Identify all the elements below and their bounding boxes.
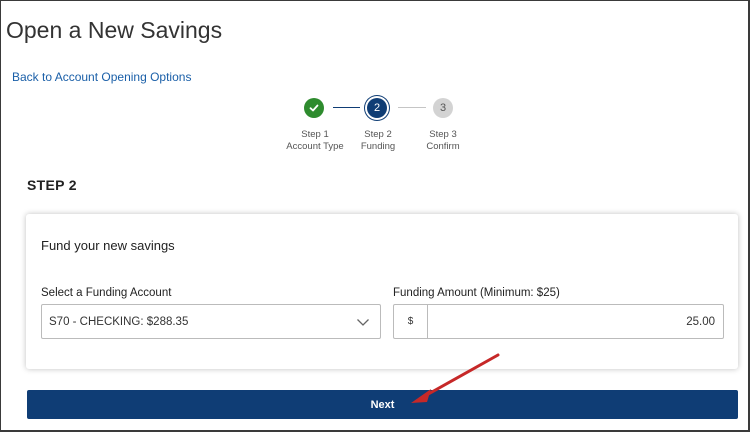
- step-3-subtitle: Confirm: [426, 141, 460, 152]
- step-2-indicator: 2: [367, 98, 387, 118]
- funding-amount-input[interactable]: [428, 305, 723, 338]
- back-to-options-link[interactable]: Back to Account Opening Options: [12, 70, 191, 84]
- progress-stepper: 2 3 Step 1 Account Type Step 2 Funding S…: [281, 97, 481, 157]
- funding-card: Fund your new savings Select a Funding A…: [26, 214, 738, 369]
- funding-amount-group: $: [393, 304, 724, 339]
- next-button[interactable]: Next: [27, 390, 738, 419]
- funding-account-selected-value: S70 - CHECKING: $288.35: [49, 315, 189, 328]
- browser-frame: Open a New Savings Back to Account Openi…: [0, 0, 750, 432]
- currency-prefix: $: [394, 305, 428, 338]
- step-1-complete-check-icon: [304, 98, 324, 118]
- card-title: Fund your new savings: [41, 238, 175, 253]
- step-3-indicator: 3: [433, 98, 453, 118]
- step-3-label: Step 3 Confirm: [403, 129, 483, 153]
- step-3-title: Step 3: [429, 129, 457, 140]
- funding-account-label: Select a Funding Account: [41, 287, 172, 299]
- chevron-down-icon: [357, 319, 369, 326]
- funding-amount-label: Funding Amount (Minimum: $25): [393, 287, 560, 299]
- page-title: Open a New Savings: [6, 17, 223, 43]
- stepper-connector-pending: [398, 107, 426, 108]
- funding-account-select[interactable]: S70 - CHECKING: $288.35: [41, 304, 381, 339]
- step-heading: STEP 2: [27, 177, 77, 193]
- stepper-connector-complete: [333, 107, 360, 108]
